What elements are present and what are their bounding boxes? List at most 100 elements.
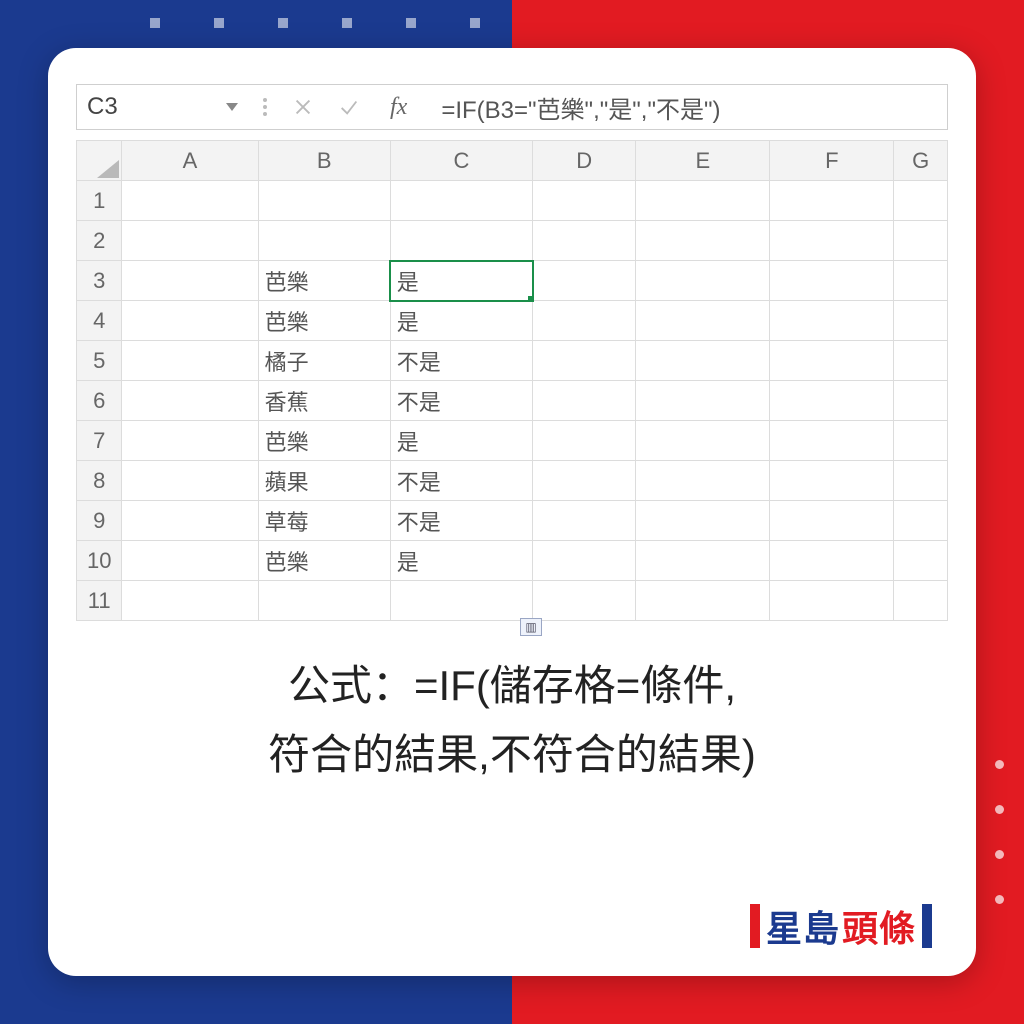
row-header[interactable]: 11 — [77, 581, 122, 621]
cell-C3[interactable]: 是 — [390, 261, 532, 301]
cell-C9[interactable]: 不是 — [390, 501, 532, 541]
cell-A11[interactable] — [122, 581, 258, 621]
cell-B2[interactable] — [258, 221, 390, 261]
row-header[interactable]: 9 — [77, 501, 122, 541]
cell-B4[interactable]: 芭樂 — [258, 301, 390, 341]
cell-B11[interactable] — [258, 581, 390, 621]
cell-F8[interactable] — [770, 461, 894, 501]
cell-D5[interactable] — [533, 341, 636, 381]
row-header[interactable]: 8 — [77, 461, 122, 501]
row-header[interactable]: 3 — [77, 261, 122, 301]
cell-D6[interactable] — [533, 381, 636, 421]
cell-B6[interactable]: 香蕉 — [258, 381, 390, 421]
cell-C5[interactable]: 不是 — [390, 341, 532, 381]
cell-G8[interactable] — [894, 461, 948, 501]
cell-G3[interactable] — [894, 261, 948, 301]
cell-B10[interactable]: 芭樂 — [258, 541, 390, 581]
cell-E1[interactable] — [636, 181, 770, 221]
row-header[interactable]: 7 — [77, 421, 122, 461]
cell-E10[interactable] — [636, 541, 770, 581]
cell-C1[interactable] — [390, 181, 532, 221]
cell-G9[interactable] — [894, 501, 948, 541]
cell-C7[interactable]: 是 — [390, 421, 532, 461]
cell-B8[interactable]: 蘋果 — [258, 461, 390, 501]
col-header[interactable]: A — [122, 141, 258, 181]
cell-F3[interactable] — [770, 261, 894, 301]
cell-B3[interactable]: 芭樂 — [258, 261, 390, 301]
cell-G1[interactable] — [894, 181, 948, 221]
cell-F11[interactable] — [770, 581, 894, 621]
cell-D11[interactable] — [533, 581, 636, 621]
cell-A3[interactable] — [122, 261, 258, 301]
cell-C6[interactable]: 不是 — [390, 381, 532, 421]
cell-F1[interactable] — [770, 181, 894, 221]
cell-G6[interactable] — [894, 381, 948, 421]
cell-A6[interactable] — [122, 381, 258, 421]
cell-E5[interactable] — [636, 341, 770, 381]
cell-F4[interactable] — [770, 301, 894, 341]
cell-A8[interactable] — [122, 461, 258, 501]
fx-icon[interactable]: fx — [384, 94, 413, 121]
cell-D9[interactable] — [533, 501, 636, 541]
cell-A10[interactable] — [122, 541, 258, 581]
cell-E9[interactable] — [636, 501, 770, 541]
cell-D3[interactable] — [533, 261, 636, 301]
cell-F5[interactable] — [770, 341, 894, 381]
cell-D1[interactable] — [533, 181, 636, 221]
cell-E2[interactable] — [636, 221, 770, 261]
col-header[interactable]: E — [636, 141, 770, 181]
col-header[interactable]: B — [258, 141, 390, 181]
cell-F9[interactable] — [770, 501, 894, 541]
cell-G5[interactable] — [894, 341, 948, 381]
autofill-options-icon[interactable]: ▥ — [520, 618, 542, 636]
cancel-icon[interactable] — [292, 96, 314, 118]
cell-C11[interactable] — [390, 581, 532, 621]
cell-E3[interactable] — [636, 261, 770, 301]
cell-C4[interactable]: 是 — [390, 301, 532, 341]
formula-input[interactable]: =IF(B3="芭樂","是","不是") — [427, 84, 948, 130]
col-header[interactable]: F — [770, 141, 894, 181]
row-header[interactable]: 2 — [77, 221, 122, 261]
cell-G4[interactable] — [894, 301, 948, 341]
cell-A2[interactable] — [122, 221, 258, 261]
cell-A4[interactable] — [122, 301, 258, 341]
cell-B5[interactable]: 橘子 — [258, 341, 390, 381]
cell-F7[interactable] — [770, 421, 894, 461]
cell-A1[interactable] — [122, 181, 258, 221]
row-header[interactable]: 6 — [77, 381, 122, 421]
cell-F2[interactable] — [770, 221, 894, 261]
cell-G10[interactable] — [894, 541, 948, 581]
cell-B1[interactable] — [258, 181, 390, 221]
row-header[interactable]: 4 — [77, 301, 122, 341]
cell-C2[interactable] — [390, 221, 532, 261]
col-header[interactable]: C — [390, 141, 532, 181]
cell-B9[interactable]: 草莓 — [258, 501, 390, 541]
cell-E6[interactable] — [636, 381, 770, 421]
spreadsheet-grid[interactable]: A B C D E F G 123芭樂是4芭樂是5橘子不是6香蕉不是7芭樂是8蘋… — [76, 140, 948, 621]
cell-D7[interactable] — [533, 421, 636, 461]
row-header[interactable]: 10 — [77, 541, 122, 581]
cell-D2[interactable] — [533, 221, 636, 261]
cell-A7[interactable] — [122, 421, 258, 461]
cell-E7[interactable] — [636, 421, 770, 461]
row-header[interactable]: 1 — [77, 181, 122, 221]
cell-C8[interactable]: 不是 — [390, 461, 532, 501]
col-header[interactable]: D — [533, 141, 636, 181]
cell-D10[interactable] — [533, 541, 636, 581]
cell-E11[interactable] — [636, 581, 770, 621]
cell-E4[interactable] — [636, 301, 770, 341]
enter-check-icon[interactable] — [338, 96, 360, 118]
name-box-dropdown-icon[interactable] — [226, 103, 238, 111]
cell-A9[interactable] — [122, 501, 258, 541]
cell-E8[interactable] — [636, 461, 770, 501]
cell-F10[interactable] — [770, 541, 894, 581]
name-box[interactable]: C3 — [76, 84, 248, 130]
row-header[interactable]: 5 — [77, 341, 122, 381]
cell-D8[interactable] — [533, 461, 636, 501]
cell-C10[interactable]: 是 — [390, 541, 532, 581]
cell-G11[interactable] — [894, 581, 948, 621]
cell-A5[interactable] — [122, 341, 258, 381]
cell-D4[interactable] — [533, 301, 636, 341]
col-header[interactable]: G — [894, 141, 948, 181]
cell-B7[interactable]: 芭樂 — [258, 421, 390, 461]
